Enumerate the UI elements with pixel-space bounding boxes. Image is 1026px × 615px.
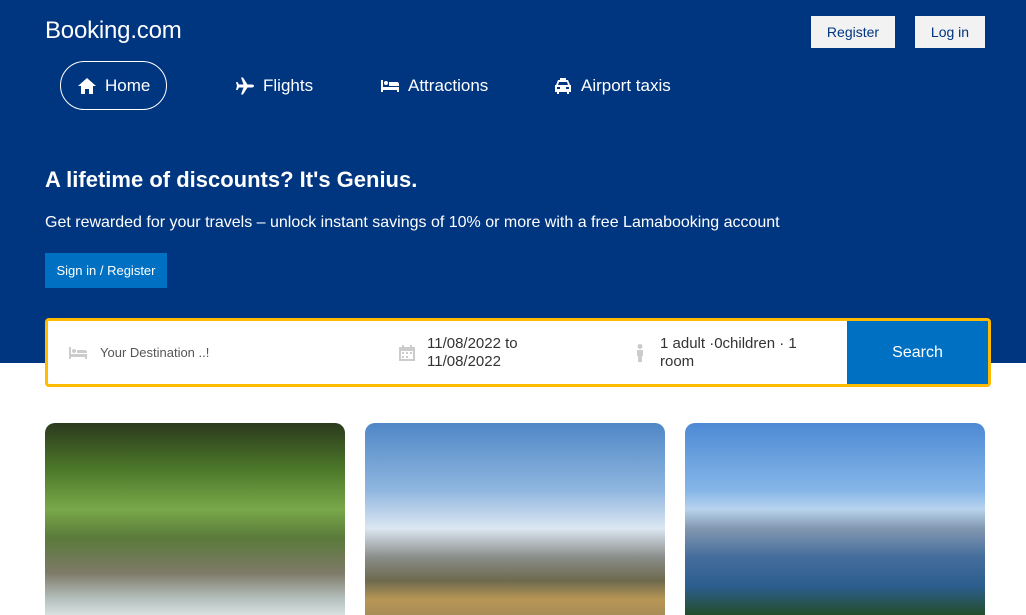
date-range-text: 11/08/2022 to 11/08/2022 bbox=[427, 334, 518, 370]
hero-subtitle: Get rewarded for your travels – unlock i… bbox=[45, 214, 780, 231]
search-bar: 11/08/2022 to 11/08/2022 1 adult ·0child… bbox=[45, 318, 991, 387]
home-icon bbox=[78, 77, 96, 94]
nav-label: Home bbox=[105, 75, 151, 95]
destination-image-mountain-lake[interactable] bbox=[685, 423, 985, 615]
plane-icon bbox=[236, 77, 254, 94]
search-button[interactable]: Search bbox=[847, 321, 988, 384]
register-button[interactable]: Register bbox=[811, 16, 895, 48]
destination-input[interactable] bbox=[100, 345, 340, 360]
destination-image-forest-waterfall[interactable] bbox=[45, 423, 345, 615]
destination-image-city-skyline[interactable] bbox=[365, 423, 665, 615]
taxi-icon bbox=[555, 77, 571, 94]
header-banner: Booking.com Register Log in Home Flights… bbox=[0, 0, 1026, 363]
nav-label: Airport taxis bbox=[581, 75, 671, 95]
nav-label: Flights bbox=[263, 75, 314, 95]
nav-label: Attractions bbox=[408, 75, 489, 95]
nav-attractions[interactable]: Attractions bbox=[380, 61, 488, 110]
date-picker[interactable]: 11/08/2022 to 11/08/2022 bbox=[397, 321, 547, 384]
bed-icon bbox=[381, 79, 399, 92]
person-icon bbox=[637, 343, 643, 362]
calendar-icon bbox=[399, 344, 415, 361]
hero-title: A lifetime of discounts? It's Genius. bbox=[45, 167, 418, 192]
destination-field[interactable] bbox=[68, 321, 340, 384]
logo[interactable]: Booking.com bbox=[45, 17, 182, 45]
bed-icon bbox=[69, 346, 87, 359]
nav-home[interactable]: Home bbox=[60, 61, 168, 110]
nav-airport-taxis[interactable]: Airport taxis bbox=[553, 61, 671, 110]
sign-in-register-button[interactable]: Sign in / Register bbox=[45, 253, 167, 288]
guests-text: 1 adult ·0children · 1 room bbox=[660, 334, 797, 370]
login-button[interactable]: Log in bbox=[915, 16, 985, 48]
guests-selector[interactable]: 1 adult ·0children · 1 room bbox=[630, 321, 820, 384]
nav-flights[interactable]: Flights bbox=[235, 61, 313, 110]
